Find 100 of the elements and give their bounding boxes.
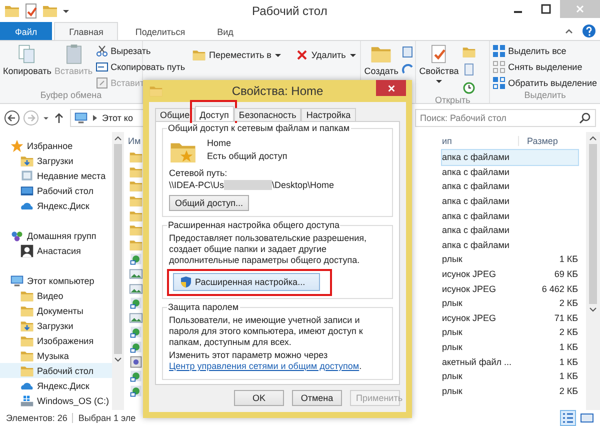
search-field[interactable]: Поиск: Рабочий стол bbox=[415, 109, 596, 127]
caret-icon bbox=[348, 51, 357, 59]
nav-item[interactable]: Избранное bbox=[0, 138, 112, 153]
shortcut-icon bbox=[129, 252, 143, 266]
ribbon-tab[interactable]: Поделиться bbox=[120, 22, 200, 40]
ribbon-tab[interactable]: Вид bbox=[202, 22, 248, 40]
close-button[interactable] bbox=[376, 80, 406, 96]
redacted-block bbox=[224, 180, 272, 190]
network-center-link[interactable]: Центр управления сетями и общим доступом bbox=[169, 361, 360, 371]
invert-selection-button[interactable]: Обратить выделение bbox=[493, 76, 597, 90]
file-size: 1 КБ bbox=[558, 254, 578, 264]
nav-item[interactable]: Windows_OS (C:) bbox=[0, 393, 112, 408]
cut-button[interactable]: Вырезать bbox=[96, 44, 186, 58]
select-none-button[interactable]: Снять выделение bbox=[493, 60, 597, 74]
nav-item[interactable]: Изображения bbox=[0, 333, 112, 348]
drive-icon bbox=[20, 394, 34, 408]
dropdown-icon[interactable] bbox=[42, 114, 50, 122]
dialog-button[interactable]: OK bbox=[234, 390, 284, 406]
thumbnail-view-icon[interactable] bbox=[580, 411, 594, 425]
shield-icon bbox=[180, 276, 192, 288]
copy-button[interactable]: Копировать bbox=[3, 42, 52, 90]
caret-icon bbox=[274, 51, 282, 59]
nav-item[interactable]: Видео bbox=[0, 288, 112, 303]
file-row[interactable]: апка с файлами bbox=[442, 194, 578, 208]
nav-item[interactable]: Музыка bbox=[0, 348, 112, 363]
dialog-tab[interactable]: Доступ bbox=[194, 106, 234, 121]
advanced-sharing-button[interactable]: Расширенная настройка... bbox=[173, 273, 320, 291]
nav-item[interactable]: Документы bbox=[0, 303, 112, 318]
file-row[interactable]: апка с файлами bbox=[442, 222, 578, 238]
file-row[interactable]: рлык 1 КБ bbox=[442, 340, 578, 354]
dialog-tab[interactable]: Общие bbox=[155, 108, 195, 121]
shortcut-icon bbox=[129, 296, 143, 310]
nav-item[interactable]: Рабочий стол bbox=[0, 363, 112, 378]
column-header[interactable]: Размер bbox=[518, 136, 578, 146]
nav-item[interactable]: Яндекс.Диск bbox=[0, 198, 112, 213]
dialog-button[interactable]: Отмена bbox=[292, 390, 342, 406]
file-row[interactable]: апка с файлами bbox=[442, 179, 578, 194]
file-row[interactable]: исунок JPEG 71 КБ bbox=[442, 310, 578, 326]
help-icon[interactable] bbox=[582, 24, 596, 38]
history-icon[interactable] bbox=[462, 81, 476, 95]
folder-icon bbox=[129, 179, 143, 194]
computer-icon bbox=[10, 274, 24, 288]
back-icon[interactable] bbox=[4, 110, 20, 126]
nav-item[interactable]: Яндекс.Диск bbox=[0, 378, 112, 393]
download-folder-icon bbox=[20, 154, 34, 168]
folder-icon bbox=[129, 164, 143, 179]
file-row[interactable]: апка с файлами bbox=[442, 150, 578, 165]
nav-item[interactable]: Анастасия bbox=[0, 243, 112, 258]
up-arrow-icon[interactable] bbox=[53, 112, 65, 124]
nav-item[interactable]: Рабочий стол bbox=[0, 183, 112, 198]
file-row[interactable]: рлык 2 КБ bbox=[442, 384, 578, 398]
folder-name: Home bbox=[207, 138, 232, 148]
properties-icon[interactable] bbox=[23, 3, 39, 19]
column-header[interactable]: Им bbox=[127, 136, 141, 146]
ribbon-tab[interactable]: Файл bbox=[0, 22, 52, 40]
delete-button[interactable]: Удалить bbox=[296, 48, 357, 62]
file-row[interactable]: рлык 2 КБ bbox=[442, 325, 578, 340]
share-status: Есть общий доступ bbox=[207, 151, 288, 161]
file-row[interactable]: акетный файл ... 1 КБ bbox=[442, 354, 578, 369]
file-type: апка с файлами bbox=[442, 152, 510, 162]
dialog-tab[interactable]: Безопасность bbox=[234, 108, 302, 121]
nav-item[interactable]: Этот компьютер bbox=[0, 273, 112, 288]
nav-item[interactable]: Недавние места bbox=[0, 168, 112, 183]
nav-item[interactable]: Загрузки bbox=[0, 153, 112, 168]
description: Предоставляет пользовательские разрешения, создает общие папки и задает другие дополнительные параметры общего доступа. bbox=[169, 233, 368, 266]
file-type: рлык bbox=[442, 327, 464, 338]
user-icon bbox=[20, 244, 34, 258]
file-row[interactable]: апка с файлами bbox=[442, 164, 578, 180]
file-type: исунок JPEG bbox=[442, 312, 497, 323]
window-title: Рабочий стол bbox=[252, 4, 328, 18]
select-all-icon bbox=[493, 45, 506, 57]
file-size: 71 КБ bbox=[553, 312, 578, 323]
file-row[interactable]: рлык 1 КБ bbox=[442, 252, 578, 267]
file-type: рлык bbox=[442, 254, 464, 264]
copy-path-button[interactable]: Скопировать путь bbox=[96, 60, 186, 74]
share-button[interactable]: Общий доступ... bbox=[169, 195, 249, 211]
ribbon-tab[interactable]: Главная bbox=[54, 22, 118, 40]
new-item-icon[interactable] bbox=[401, 45, 416, 59]
details-view-icon[interactable] bbox=[561, 411, 575, 425]
file-type: исунок JPEG bbox=[442, 269, 497, 280]
select-all-button[interactable]: Выделить все bbox=[493, 44, 597, 58]
column-header[interactable]: ип bbox=[442, 136, 518, 146]
maximize-icon bbox=[541, 4, 551, 14]
scrollbar[interactable] bbox=[586, 132, 600, 410]
move-to-button[interactable]: Переместить в bbox=[192, 48, 282, 62]
folder-icon bbox=[20, 334, 34, 348]
file-row[interactable]: рлык 1 КБ bbox=[442, 368, 578, 384]
file-row[interactable]: исунок JPEG 69 КБ bbox=[442, 266, 578, 282]
path-icon bbox=[96, 61, 108, 73]
file-row[interactable]: исунок JPEG 6 462 КБ bbox=[442, 281, 578, 296]
file-row[interactable]: апка с файлами bbox=[442, 208, 578, 223]
file-row[interactable]: рлык 2 КБ bbox=[442, 296, 578, 311]
file-size: 1 КБ bbox=[558, 342, 578, 352]
file-row[interactable]: апка с файлами bbox=[442, 238, 578, 252]
nav-item[interactable]: Загрузки bbox=[0, 318, 112, 333]
nav-item[interactable]: Домашняя групп bbox=[0, 228, 112, 243]
properties-button[interactable]: Свойства bbox=[419, 42, 459, 95]
shortcut-icon bbox=[129, 325, 143, 340]
dialog-tab[interactable]: Настройка bbox=[301, 108, 356, 121]
scrollbar[interactable] bbox=[112, 132, 124, 410]
